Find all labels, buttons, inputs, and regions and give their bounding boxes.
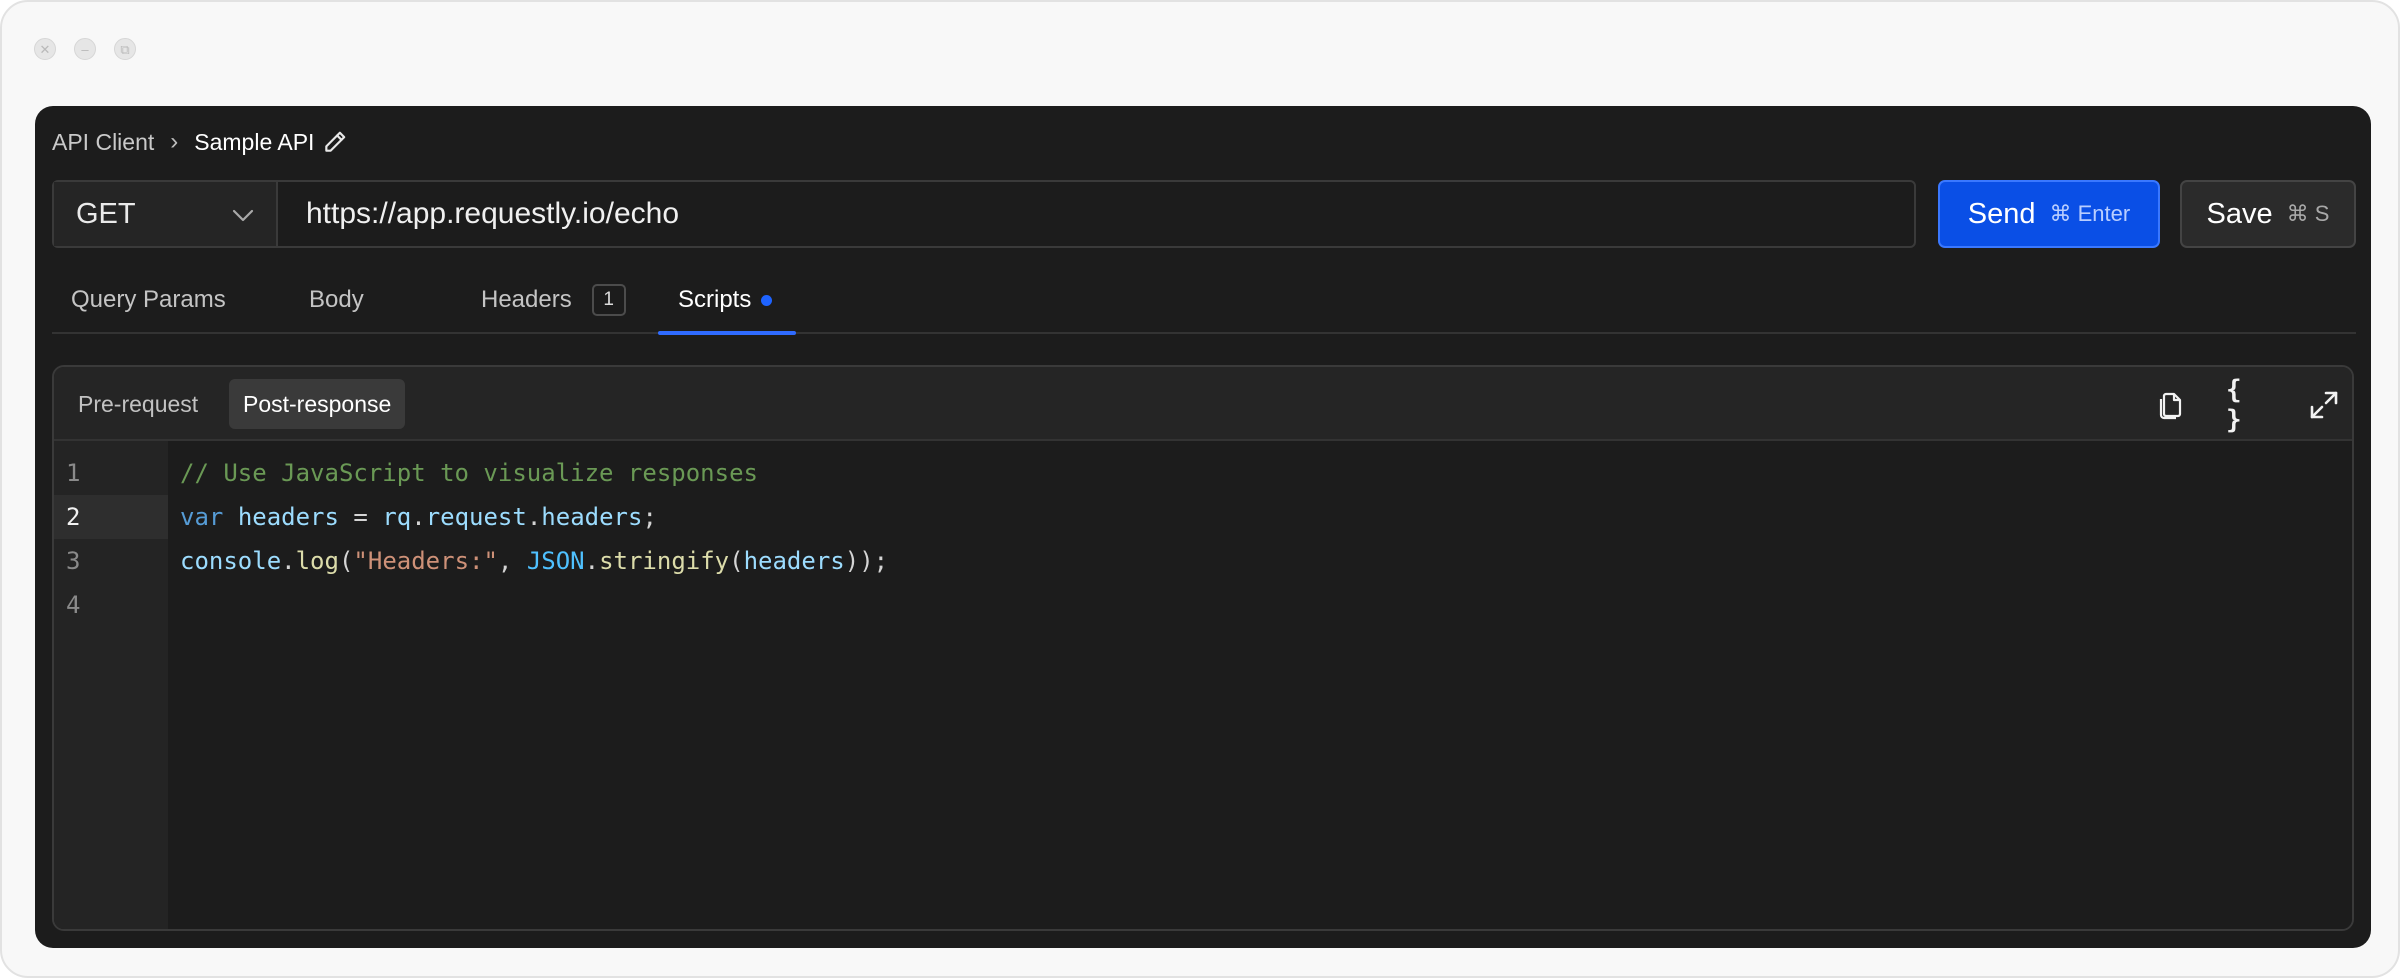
tab-scripts[interactable]: Scripts: [678, 266, 773, 334]
tab-query-params[interactable]: Query Params: [71, 266, 226, 334]
expand-icon[interactable]: [2304, 385, 2344, 425]
tab-body[interactable]: Body: [309, 266, 364, 334]
breadcrumb-root[interactable]: API Client: [52, 129, 154, 156]
request-bar: GET https://app.requestly.io/echo: [52, 180, 1916, 248]
line-number: 1: [66, 459, 81, 487]
method-value: GET: [76, 197, 136, 230]
tab-label: Query Params: [71, 286, 226, 313]
editor-toolbar: Pre-request Post-response { }: [54, 367, 2352, 441]
pencil-icon[interactable]: [322, 129, 348, 155]
code-editor[interactable]: 1 // Use JavaScript to visualize respons…: [54, 441, 2352, 929]
tab-label: Body: [309, 286, 364, 313]
send-shortcut-hint: ⌘ Enter: [2049, 201, 2131, 226]
subtab-pre-request[interactable]: Pre-request: [64, 379, 212, 429]
send-button[interactable]: Send ⌘ Enter: [1938, 180, 2160, 248]
line-number: 4: [66, 591, 81, 619]
breadcrumb-separator: ›: [170, 128, 179, 155]
method-select[interactable]: GET: [54, 182, 278, 246]
subtab-label: Post-response: [243, 390, 392, 417]
window-controls: ✕ – ⧉: [34, 38, 136, 60]
save-button[interactable]: Save ⌘ S: [2180, 180, 2356, 248]
script-editor-panel: Pre-request Post-response { } 1 // Use J…: [52, 365, 2354, 931]
chevron-down-icon: [232, 198, 254, 231]
api-client-panel: API Client › Sample API GET https://app.…: [35, 106, 2371, 948]
send-button-label: Send: [1967, 197, 2036, 230]
maximize-window-button[interactable]: ⧉: [114, 38, 136, 60]
close-window-button[interactable]: ✕: [34, 38, 56, 60]
line-number: 3: [66, 547, 81, 575]
unsaved-indicator-dot: [761, 294, 773, 306]
tab-label: Scripts: [678, 286, 752, 313]
code-line[interactable]: 1 // Use JavaScript to visualize respons…: [54, 451, 2352, 495]
subtab-label: Pre-request: [78, 390, 199, 417]
tab-label: Headers: [481, 286, 572, 313]
app-window: ✕ – ⧉ API Client › Sample API GET https:…: [0, 0, 2400, 978]
code-line[interactable]: 3 console.log("Headers:", JSON.stringify…: [54, 539, 2352, 583]
breadcrumb-current: Sample API: [194, 128, 315, 155]
save-shortcut-hint: ⌘ S: [2286, 201, 2330, 226]
braces-icon[interactable]: { }: [2226, 375, 2266, 435]
line-number: 2: [54, 495, 168, 539]
code-text: console.log("Headers:", JSON.stringify(h…: [180, 547, 889, 575]
active-tab-underline: [658, 331, 796, 335]
code-line[interactable]: 4: [54, 583, 2352, 627]
code-text: var headers = rq.request.headers;: [180, 503, 657, 531]
save-button-label: Save: [2206, 197, 2273, 230]
headers-count-badge: 1: [591, 284, 626, 316]
tab-headers[interactable]: Headers 1: [481, 266, 626, 334]
request-tabs: Query Params Body Headers 1 Scripts: [52, 266, 2356, 335]
code-line-current[interactable]: 2 var headers = rq.request.headers;: [54, 495, 2352, 539]
minimize-window-button[interactable]: –: [74, 38, 96, 60]
url-input[interactable]: https://app.requestly.io/echo: [278, 182, 1914, 246]
code-text: // Use JavaScript to visualize responses: [180, 459, 758, 487]
copy-icon[interactable]: [2151, 385, 2191, 425]
breadcrumb: API Client › Sample API: [52, 124, 348, 160]
subtab-post-response[interactable]: Post-response: [229, 379, 406, 429]
